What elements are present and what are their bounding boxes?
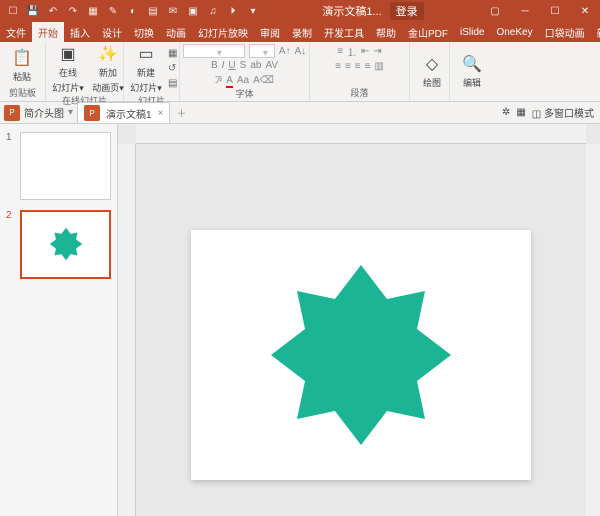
editing-button[interactable]: 🔍 编辑 [454,54,490,89]
tab-new[interactable]: 新建选项 [591,22,600,42]
doc-tab[interactable]: P 演示文稿1 × [77,102,170,123]
title-text: 演示文稿1... [322,3,381,19]
qa-icon[interactable]: ⏵ [226,4,240,18]
tab-onekey[interactable]: OneKey [490,22,538,42]
undo-icon[interactable]: ↶ [46,4,60,18]
clear-icon[interactable]: A⌫ [253,75,274,86]
new-slide-icon: ▭ [136,44,156,64]
tab-review[interactable]: 审阅 [254,22,286,42]
italic-icon[interactable]: I [222,60,225,71]
autosave-icon[interactable]: ☐ [6,4,20,18]
qa-more-icon[interactable]: ▾ [246,4,260,18]
align-center-icon[interactable]: ≡ [345,61,351,72]
font-group-label: 字体 [184,87,305,100]
bold-icon[interactable]: B [211,60,218,71]
tab-dev[interactable]: 开发工具 [318,22,370,42]
new-anim-button[interactable]: ✨ 新加 动画页▾ [90,44,126,94]
underline-icon[interactable]: U [228,60,235,71]
tab-design[interactable]: 设计 [96,22,128,42]
login-badge[interactable]: 登录 [390,2,424,20]
font-color-icon[interactable]: A [226,75,233,86]
horizontal-ruler [136,124,586,144]
thumbnail-panel: 1 2 [0,124,118,516]
doc-tab-label: 演示文稿1 [106,106,152,121]
redo-icon[interactable]: ↷ [66,4,80,18]
slides-icon: ▣ [58,44,78,64]
shadow-icon[interactable]: ab [250,60,261,71]
new-slide-button[interactable]: ▭ 新建 幻灯片▾ [128,44,164,94]
shrink-font-icon[interactable]: A↓ [295,46,307,57]
clipboard-icon: 📋 [12,48,32,68]
ribbon-options-icon[interactable]: ▢ [480,0,510,22]
highlight-icon[interactable]: ꯍ [215,73,222,87]
align-left-icon[interactable]: ≡ [335,61,341,72]
outdent-icon[interactable]: ⇥ [373,46,381,57]
tab-slideshow[interactable]: 幻灯片放映 [192,22,254,42]
left-doc-label[interactable]: 简介头图 [24,105,64,120]
qa-icon[interactable]: ✉ [166,4,180,18]
tab-jinshan[interactable]: 金山PDF [402,22,454,42]
qa-icon[interactable]: ▤ [146,4,160,18]
ppt-icon: P [4,105,20,121]
thumbnail-1[interactable]: 1 [6,132,111,200]
multi-window-button[interactable]: ◫ 多窗口模式 [532,105,594,120]
layout-icon[interactable]: ▦ [168,47,177,61]
qa-icon[interactable]: ▦ [86,4,100,18]
para-group-label: 段落 [314,86,405,99]
numbers-icon[interactable]: ⒈ [347,44,357,59]
star-shape-icon [48,226,84,262]
grid-icon[interactable]: ▦ [516,107,525,118]
reset-icon[interactable]: ↺ [168,62,177,76]
align-right-icon[interactable]: ≡ [355,61,361,72]
tab-transition[interactable]: 切换 [128,22,160,42]
clipboard-group-label: 剪贴板 [4,86,41,99]
indent-icon[interactable]: ⇤ [361,46,369,57]
minimize-icon[interactable]: ─ [510,0,540,22]
ppt-icon: P [84,105,100,121]
drawing-button[interactable]: ◇ 绘图 [414,54,450,89]
tab-islide[interactable]: iSlide [454,22,490,42]
qa-icon[interactable]: ♫ [206,4,220,18]
find-icon: 🔍 [462,54,482,74]
tab-file[interactable]: 文件 [0,22,32,42]
slide-canvas[interactable] [191,230,531,480]
qa-icon[interactable]: ✎ [106,4,120,18]
columns-icon[interactable]: ▥ [374,61,383,72]
close-icon[interactable]: ✕ [570,0,600,22]
gear-icon[interactable]: ✲ [502,107,510,118]
strike-icon[interactable]: S [240,60,247,71]
save-icon[interactable]: 💾 [26,4,40,18]
spacing-icon[interactable]: AV [265,60,278,71]
add-tab-icon[interactable]: ＋ [176,105,186,120]
close-tab-icon[interactable]: × [158,108,164,119]
tab-koudai[interactable]: 口袋动画 [539,22,591,42]
section-icon[interactable]: ▤ [168,77,177,91]
font-size-input[interactable]: ▾ [249,44,275,58]
vertical-scrollbar[interactable] [586,144,600,516]
qa-icon[interactable]: ▣ [186,4,200,18]
paste-button[interactable]: 📋 粘贴 [4,48,40,83]
justify-icon[interactable]: ≡ [365,61,371,72]
qa-icon[interactable]: ◐ [126,4,140,18]
bullets-icon[interactable]: ≡ [337,46,343,57]
tab-help[interactable]: 帮助 [370,22,402,42]
font-family-input[interactable]: ▾ [183,44,245,58]
tab-insert[interactable]: 插入 [64,22,96,42]
star-shape[interactable] [261,255,461,455]
anim-icon: ✨ [98,44,118,64]
shapes-icon: ◇ [422,54,442,74]
tab-home[interactable]: 开始 [32,22,64,42]
tab-record[interactable]: 录制 [286,22,318,42]
thumbnail-2[interactable]: 2 [6,210,111,278]
case-icon[interactable]: Aa [237,75,249,86]
vertical-ruler [118,144,136,516]
chevron-down-icon[interactable]: ▾ [68,107,73,118]
maximize-icon[interactable]: ☐ [540,0,570,22]
online-slides-button[interactable]: ▣ 在线 幻灯片▾ [50,44,86,94]
tab-animation[interactable]: 动画 [160,22,192,42]
grow-font-icon[interactable]: A↑ [279,46,291,57]
